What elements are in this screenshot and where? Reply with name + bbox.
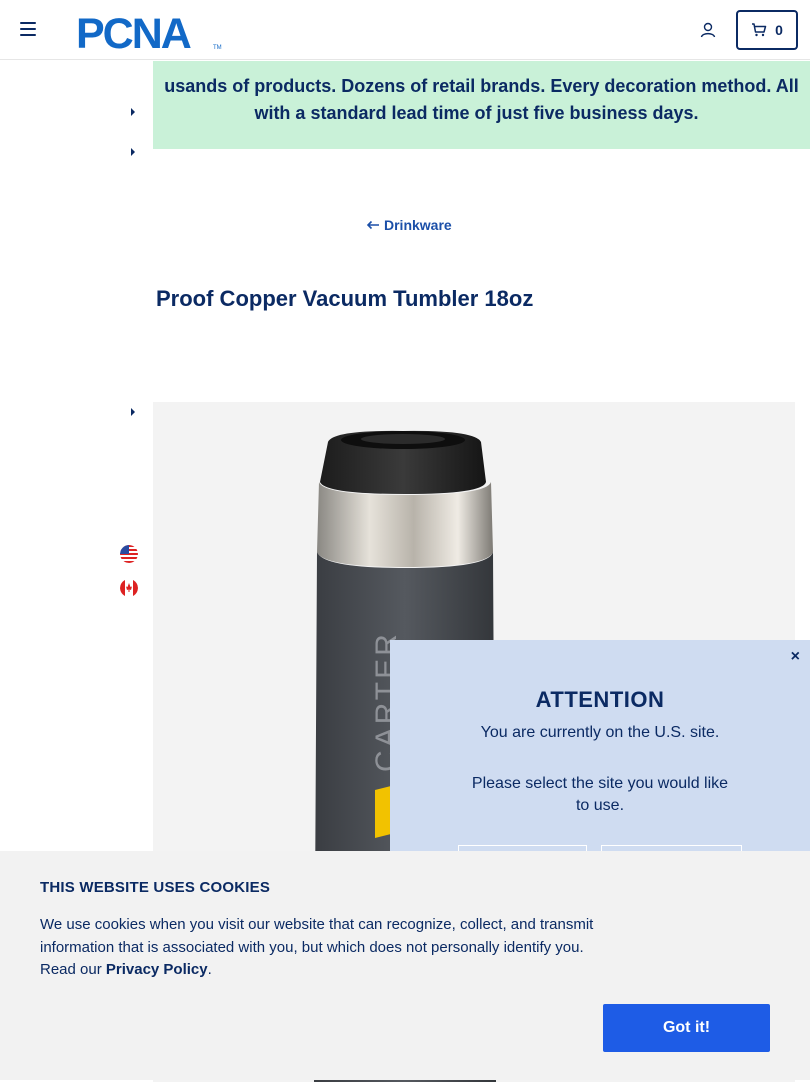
- cart-button[interactable]: 0: [736, 10, 798, 50]
- cookie-message-end: .: [207, 961, 212, 978]
- cart-icon: [752, 23, 767, 37]
- pcna-logo[interactable]: PCNA TM: [76, 11, 224, 51]
- promo-banner: usands of products. Dozens of retail bra…: [153, 61, 810, 149]
- svg-text:TM: TM: [213, 45, 222, 51]
- modal-instruction-text: Please select the site you would like to…: [471, 775, 729, 814]
- banner-line-2: with a standard lead time of just five b…: [254, 103, 699, 123]
- accept-cookies-button[interactable]: Got it!: [603, 1004, 770, 1052]
- cart-count: 0: [775, 22, 783, 38]
- arrow-left-icon: [366, 220, 379, 230]
- close-icon[interactable]: ×: [791, 648, 800, 666]
- site-select-modal: × ATTENTION You are currently on the U.S…: [390, 640, 810, 885]
- product-title: Proof Copper Vacuum Tumbler 18oz: [156, 286, 534, 311]
- caret-right-icon[interactable]: [128, 406, 138, 418]
- site-header: PCNA TM 0: [0, 0, 810, 60]
- caret-right-icon[interactable]: [128, 146, 138, 158]
- svg-text:PCNA: PCNA: [76, 11, 191, 51]
- cookie-title: THIS WEBSITE USES COOKIES: [40, 879, 271, 896]
- privacy-policy-link[interactable]: Privacy Policy: [106, 961, 208, 978]
- canada-flag-icon[interactable]: [120, 579, 138, 597]
- cookie-banner: THIS WEBSITE USES COOKIES We use cookies…: [0, 851, 810, 1080]
- breadcrumb-label: Drinkware: [384, 217, 452, 233]
- banner-line-1: usands of products. Dozens of retail bra…: [164, 76, 799, 96]
- breadcrumb-back-link[interactable]: Drinkware: [366, 217, 452, 233]
- cookie-body-text: We use cookies when you visit our websit…: [40, 914, 600, 982]
- modal-current-site-text: You are currently on the U.S. site.: [480, 724, 720, 741]
- us-flag-icon[interactable]: [120, 545, 138, 563]
- hamburger-menu-icon[interactable]: [20, 22, 36, 36]
- account-icon[interactable]: [699, 21, 717, 39]
- caret-right-icon[interactable]: [128, 106, 138, 118]
- modal-title: ATTENTION: [535, 687, 665, 712]
